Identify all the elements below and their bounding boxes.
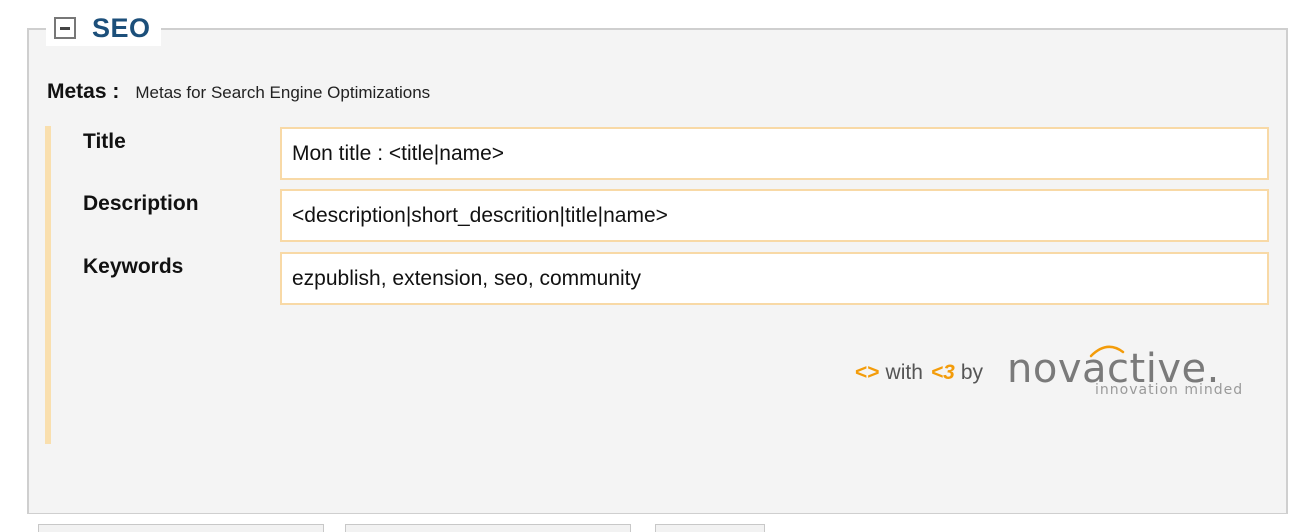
seo-legend-title: SEO — [92, 12, 151, 43]
description-label: Description — [83, 192, 199, 215]
credit-by: by — [960, 361, 984, 384]
keywords-label: Keywords — [83, 255, 184, 278]
minus-square-icon[interactable] — [54, 17, 76, 39]
novactive-logo[interactable]: novactive. innovation minded — [999, 338, 1249, 408]
credit-line: <> with <3 by novactive. innovation mind… — [855, 338, 1249, 408]
logo-tagline: innovation minded — [1095, 382, 1244, 398]
title-label: Title — [83, 130, 126, 153]
heart-symbol: <3 — [930, 361, 955, 384]
title-input[interactable] — [280, 127, 1269, 180]
bottom-button-1[interactable] — [38, 524, 324, 532]
credit-with: with — [885, 361, 923, 384]
seo-legend: SEO — [46, 10, 161, 46]
bottom-button-2[interactable] — [345, 524, 631, 532]
metas-description: Metas for Search Engine Optimizations — [135, 83, 431, 102]
description-input[interactable] — [280, 189, 1269, 242]
metas-header: Metas : Metas for Search Engine Optimiza… — [47, 80, 430, 104]
metas-label: Metas : — [47, 80, 120, 103]
bottom-button-3[interactable] — [655, 524, 765, 532]
section-accent-bar — [45, 126, 51, 444]
keywords-input[interactable] — [280, 252, 1269, 305]
code-symbol: <> — [855, 361, 880, 384]
